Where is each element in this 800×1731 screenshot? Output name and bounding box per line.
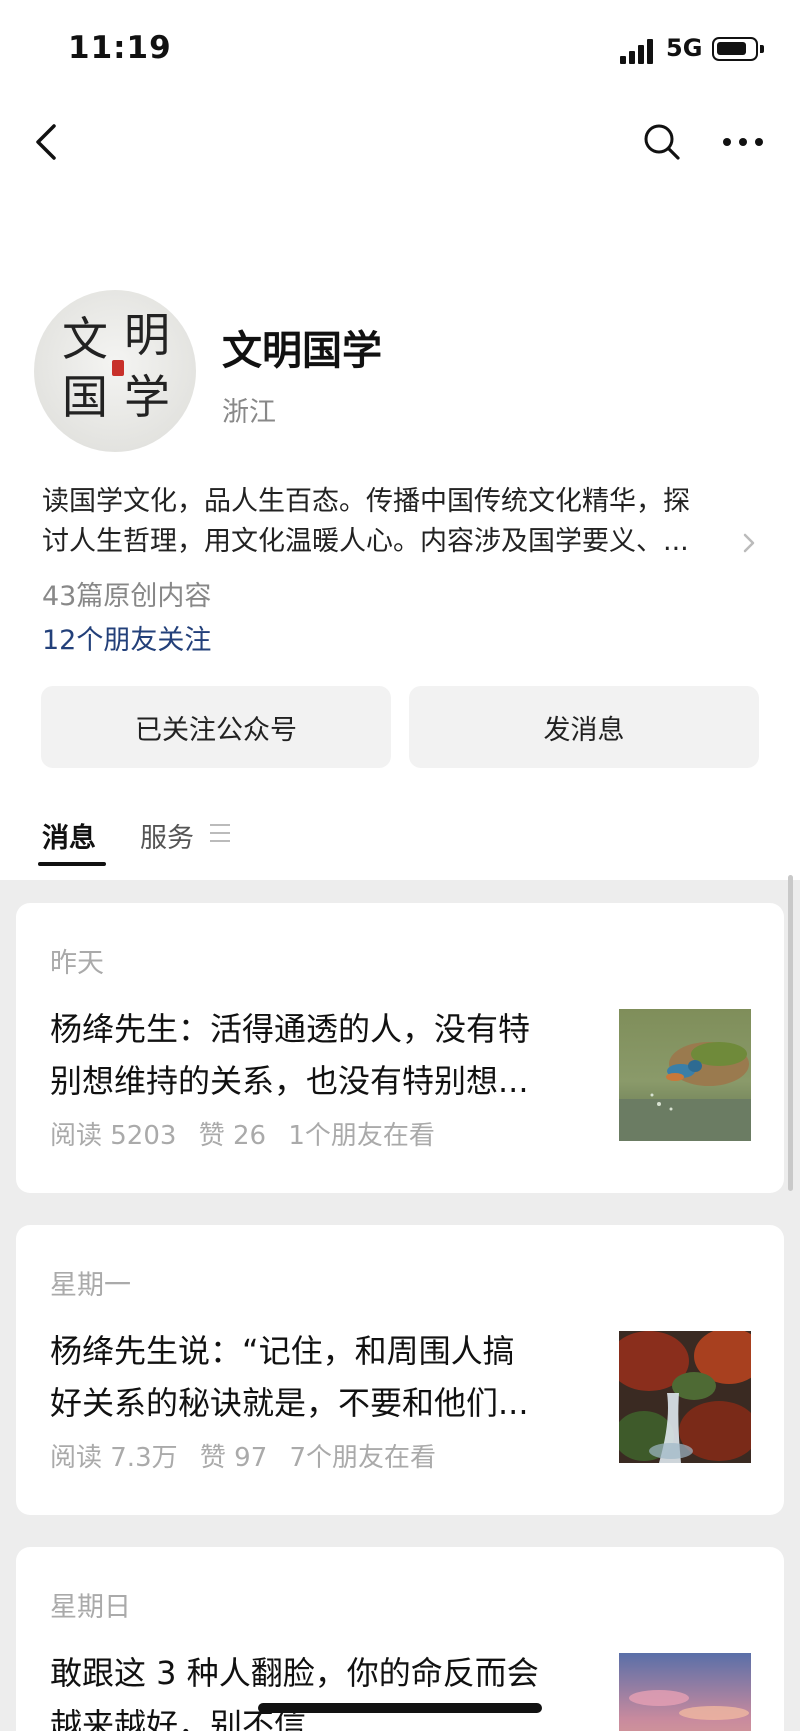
article-title-line: 别想维持的关系，也没有特别想... [50,1062,529,1100]
friends-viewing: 7个朋友在看 [289,1443,437,1473]
article-title-line: 好关系的秘诀就是，不要和他们... [50,1384,529,1422]
chevron-right-icon [743,533,755,553]
status-bar: 11:19 5G [0,0,800,100]
article-thumbnail-kingfisher [619,1009,751,1141]
status-time: 11:19 [68,30,172,66]
tab-active-indicator [38,862,106,866]
article-title: 杨绛先生：活得通透的人，没有特 别想维持的关系，也没有特别想... [50,1003,610,1107]
search-icon [644,124,680,160]
avatar-char: 明 [124,308,170,362]
search-button[interactable] [636,116,688,168]
avatar-char: 国 [62,370,108,424]
description-line: 读国学文化，品人生百态。传播中国传统文化精华，探 [42,486,690,517]
article-title-line: 敢跟这 3 种人翻脸，你的命反而会 [50,1654,539,1692]
followed-button[interactable]: 已关注公众号 [41,686,391,768]
network-type: 5G [666,34,703,62]
account-name: 文明国学 [222,328,382,374]
scrollbar[interactable] [788,875,793,1191]
back-chevron-icon [36,124,56,160]
avatar-char: 文 [62,312,108,366]
article-title: 杨绛先生说：“记住，和周围人搞 好关系的秘诀就是，不要和他们... [50,1325,610,1429]
menu-icon [210,824,230,842]
like-count: 赞 97 [199,1443,268,1473]
article-date: 星期日 [50,1592,131,1623]
read-count: 阅读 7.3万 [50,1443,178,1473]
send-message-button[interactable]: 发消息 [409,686,759,768]
avatar-seal [112,360,124,376]
tab-messages[interactable]: 消息 [42,816,96,855]
more-button[interactable] [716,116,770,168]
account-avatar[interactable]: 文 明 国 学 [34,290,196,452]
article-card[interactable]: 星期一 杨绛先生说：“记住，和周围人搞 好关系的秘诀就是，不要和他们... 阅读… [16,1225,784,1515]
article-thumbnail-waterfall [619,1331,751,1463]
more-dots-icon [723,138,763,146]
article-date: 昨天 [50,948,104,979]
friends-following-link[interactable]: 12个朋友关注 [42,618,211,657]
article-meta: 阅读 5203 赞 26 1个朋友在看 [50,1115,449,1152]
tab-services[interactable]: 服务 [140,816,194,855]
signal-icon [620,38,660,64]
original-content-count[interactable]: 43篇原创内容 [42,574,211,613]
article-meta: 阅读 7.3万 赞 97 7个朋友在看 [50,1437,450,1474]
article-title: 敢跟这 3 种人翻脸，你的命反而会 越来越好，别不信 [50,1647,610,1731]
friends-viewing: 1个朋友在看 [288,1121,435,1151]
avatar-char: 学 [124,370,170,424]
article-date: 星期一 [50,1270,131,1301]
article-card[interactable]: 昨天 杨绛先生：活得通透的人，没有特 别想维持的关系，也没有特别想... 阅读 … [16,903,784,1193]
article-title-line: 杨绛先生：活得通透的人，没有特 [50,1010,531,1048]
like-count: 赞 26 [198,1121,267,1151]
account-description[interactable]: 读国学文化，品人生百态。传播中国传统文化精华，探 讨人生哲理，用文化温暖人心。内… [42,482,742,562]
read-count: 阅读 5203 [50,1121,177,1151]
article-thumbnail-sunset [619,1653,751,1731]
description-line: 讨人生哲理，用文化温暖人心。内容涉及国学要义、... [42,526,689,557]
account-location: 浙江 [222,397,276,428]
back-button[interactable] [20,116,72,168]
battery-icon [712,37,764,61]
home-indicator[interactable] [258,1703,542,1713]
article-title-line: 杨绛先生说：“记住，和周围人搞 [50,1332,515,1370]
